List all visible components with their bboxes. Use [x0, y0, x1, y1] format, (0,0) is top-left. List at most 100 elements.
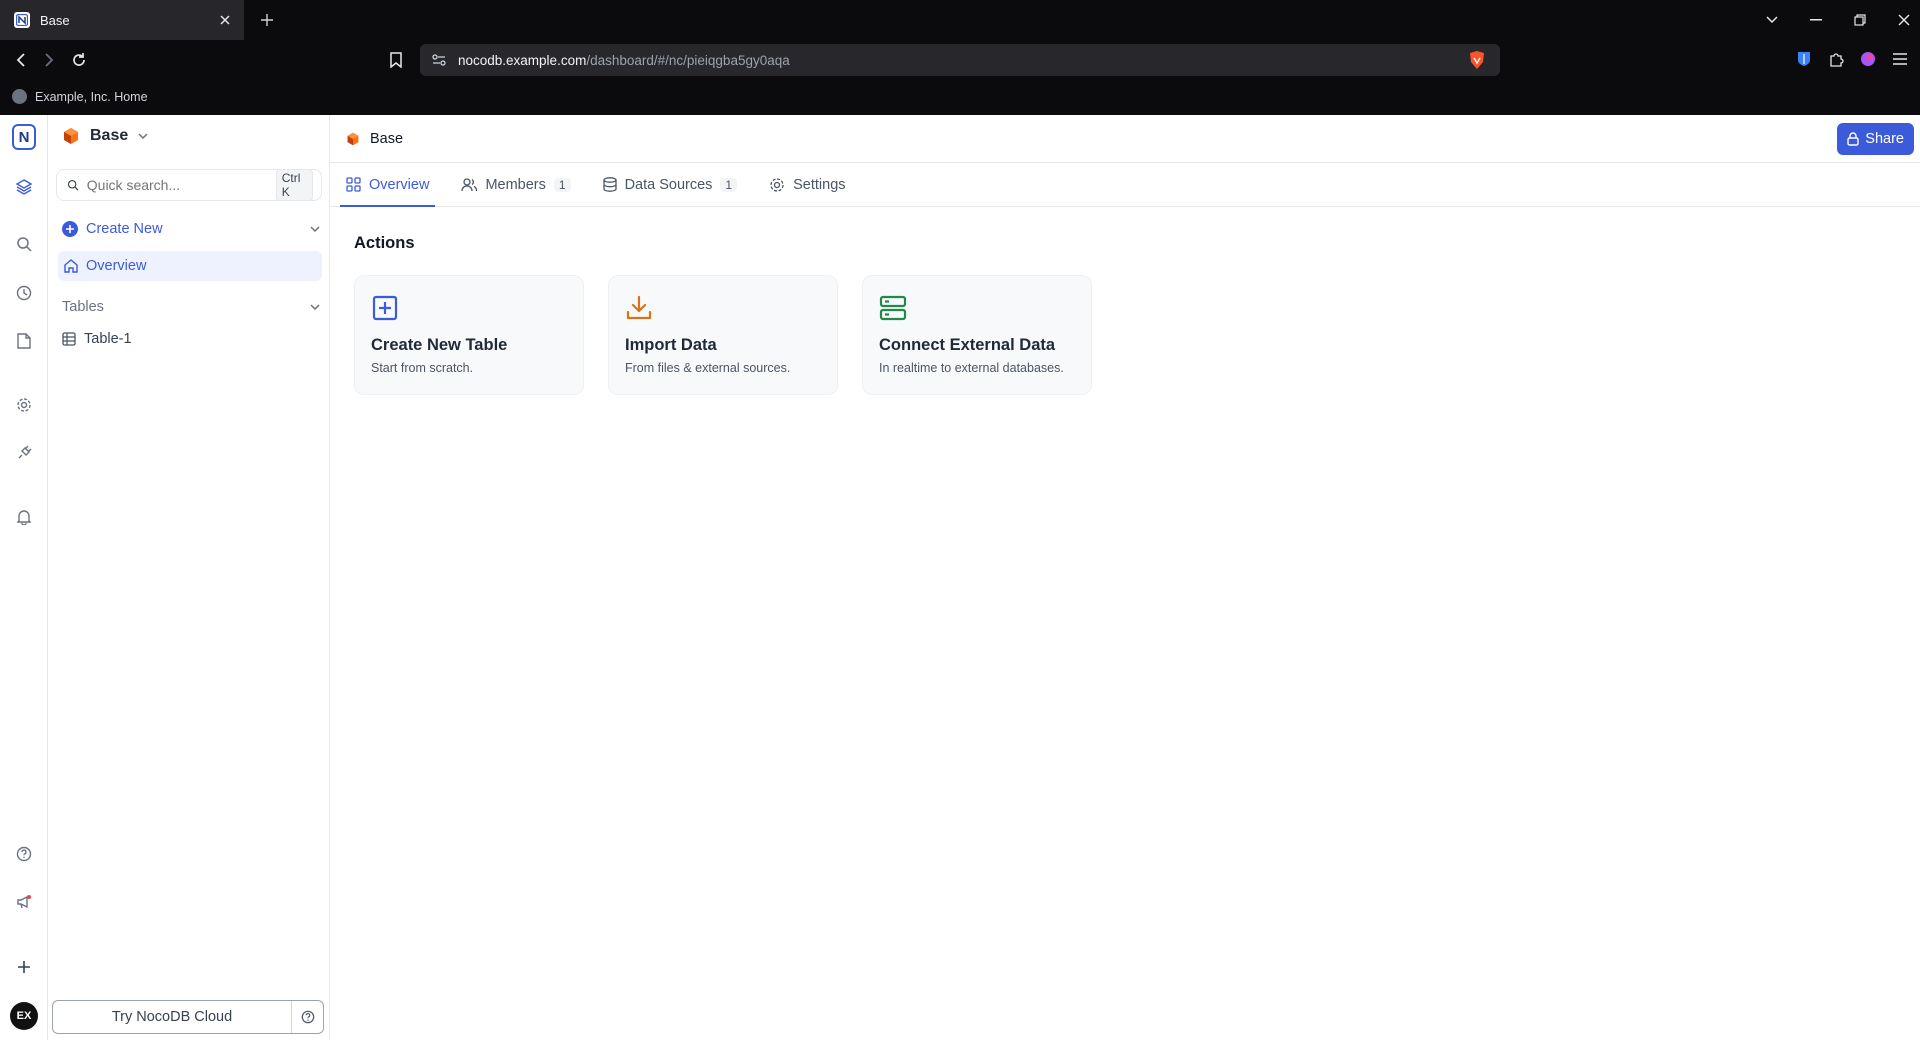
url-host: nocodb.example.com	[458, 52, 587, 68]
minimize-icon[interactable]	[1800, 0, 1832, 40]
tab-settings[interactable]: Settings	[763, 163, 851, 206]
tab-list-chevron-icon[interactable]	[1756, 0, 1788, 40]
user-avatar[interactable]: EX	[10, 1002, 38, 1030]
new-tab-icon[interactable]	[256, 9, 278, 31]
create-new-label: Create New	[86, 221, 163, 237]
nocodb-logo-icon[interactable]: N	[12, 124, 36, 150]
sidebar-item-table[interactable]: Table-1	[58, 325, 320, 353]
profile-icon[interactable]	[1858, 49, 1878, 69]
history-icon[interactable]	[12, 281, 36, 305]
search-icon	[67, 179, 79, 191]
back-icon[interactable]	[10, 49, 32, 71]
tab-label: Overview	[369, 176, 430, 193]
extensions-puzzle-icon[interactable]	[1826, 49, 1846, 69]
card-subtitle: From files & external sources.	[625, 361, 791, 375]
base-cube-icon	[347, 132, 359, 145]
url-text: nocodb.example.com/dashboard/#/nc/pieiqg…	[458, 53, 1456, 68]
settings-gear-icon[interactable]	[12, 393, 36, 417]
browser-chrome: Base nocodb.example.com/dashboard/#/nc/p…	[0, 0, 1920, 115]
url-path: /dashboard/#/nc/pieiqgba5gy0aqa	[586, 52, 790, 68]
connect-external-data-card[interactable]: Connect External Data In realtime to ext…	[862, 275, 1092, 395]
import-data-card[interactable]: Import Data From files & external source…	[608, 275, 838, 395]
tables-section-header[interactable]: Tables	[58, 293, 320, 321]
grid-icon	[346, 177, 361, 192]
try-cloud-label: Try NocoDB Cloud	[111, 1009, 233, 1025]
tables-header-label: Tables	[62, 299, 104, 315]
sidebar-item-label: Overview	[86, 258, 147, 274]
tab-members[interactable]: Members 1	[455, 163, 576, 206]
brave-shield-icon[interactable]	[1468, 50, 1488, 70]
help-icon[interactable]	[291, 1001, 323, 1033]
tab-label: Settings	[793, 176, 846, 193]
base-cube-icon	[64, 128, 78, 144]
address-bar[interactable]: nocodb.example.com/dashboard/#/nc/pieiqg…	[420, 44, 1500, 76]
nav-bar: nocodb.example.com/dashboard/#/nc/pieiqg…	[0, 40, 1920, 78]
table-name: Table-1	[84, 331, 132, 347]
server-icon	[879, 295, 907, 321]
tab-label: Data Sources	[624, 176, 713, 193]
integrations-plug-icon[interactable]	[12, 441, 36, 465]
search-icon[interactable]	[12, 232, 36, 256]
docs-icon[interactable]	[12, 329, 36, 353]
topbar: Base Share	[330, 115, 1920, 163]
base-tabs: Overview Members 1 Data Sources 1 Settin…	[330, 163, 1920, 207]
close-window-icon[interactable]	[1888, 0, 1920, 40]
nocodb-app: N EX Base Ctrl K Create New Ove	[0, 115, 1920, 1040]
actions-heading: Actions	[354, 234, 415, 252]
download-icon	[626, 295, 652, 320]
quick-search[interactable]: Ctrl K	[56, 169, 322, 201]
chevron-down-icon	[138, 133, 148, 139]
share-button[interactable]: Share	[1837, 123, 1914, 155]
nocodb-favicon-icon	[14, 12, 30, 28]
tab-title: Base	[40, 12, 70, 28]
card-title: Create New Table	[371, 336, 508, 354]
quick-search-input[interactable]	[86, 177, 268, 193]
chevron-down-icon	[310, 226, 320, 232]
database-icon	[602, 177, 617, 192]
bookmark-icon[interactable]	[385, 49, 407, 71]
chevron-down-icon	[310, 304, 320, 310]
forward-icon[interactable]	[38, 49, 60, 71]
help-icon[interactable]	[12, 842, 36, 866]
search-shortcut: Ctrl K	[275, 169, 313, 201]
menu-icon[interactable]	[1890, 49, 1910, 69]
bases-icon[interactable]	[12, 175, 36, 199]
browser-tab[interactable]: Base	[0, 0, 244, 40]
page-title: Base	[370, 130, 404, 147]
add-workspace-icon[interactable]	[12, 955, 36, 979]
tab-label: Members	[485, 176, 546, 193]
table-grid-icon	[62, 332, 76, 346]
data-sources-count-badge: 1	[720, 177, 738, 192]
left-rail: N EX	[0, 115, 48, 1040]
tab-data-sources[interactable]: Data Sources 1	[597, 163, 744, 206]
card-subtitle: Start from scratch.	[371, 361, 474, 375]
card-subtitle: In realtime to external databases.	[879, 361, 1064, 375]
site-settings-icon[interactable]	[432, 54, 446, 66]
create-new-button[interactable]: Create New	[58, 215, 320, 243]
tab-overview[interactable]: Overview	[340, 163, 436, 207]
notifications-bell-icon[interactable]	[12, 505, 36, 529]
bitwarden-extension-icon[interactable]	[1794, 49, 1814, 69]
base-switcher[interactable]: Base	[62, 127, 148, 145]
close-tab-icon[interactable]	[216, 11, 234, 29]
sidebar: Base Ctrl K Create New Overview Tables T…	[48, 115, 330, 1040]
card-title: Connect External Data	[879, 336, 1056, 354]
try-cloud-button[interactable]: Try NocoDB Cloud	[52, 1000, 324, 1034]
restore-icon[interactable]	[1844, 0, 1876, 40]
reload-icon[interactable]	[68, 49, 90, 71]
create-new-table-card[interactable]: Create New Table Start from scratch.	[354, 275, 584, 395]
bookmarks-bar: Example, Inc. Home	[0, 78, 1920, 115]
plus-circle-icon	[62, 221, 78, 237]
home-icon	[64, 259, 78, 273]
announcements-megaphone-icon[interactable]	[12, 890, 36, 914]
gear-icon	[770, 177, 784, 192]
main-content: Base Share Overview Members 1 Data Sourc…	[330, 115, 1920, 1040]
lock-icon	[1847, 132, 1859, 146]
action-cards: Create New Table Start from scratch. Imp…	[354, 275, 1092, 395]
users-icon	[461, 177, 478, 191]
tab-bar: Base	[0, 0, 1920, 40]
share-label: Share	[1865, 131, 1904, 147]
bookmark-link[interactable]: Example, Inc. Home	[35, 90, 148, 104]
members-count-badge: 1	[553, 177, 571, 192]
sidebar-item-overview[interactable]: Overview	[58, 251, 322, 281]
